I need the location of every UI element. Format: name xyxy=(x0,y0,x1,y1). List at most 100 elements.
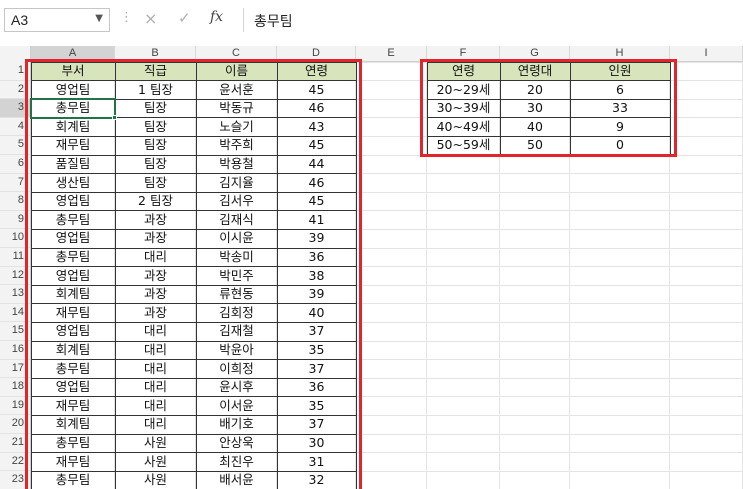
table1-header-1[interactable]: 직급 xyxy=(115,62,196,81)
row-header-16[interactable]: 16 xyxy=(0,341,31,360)
table1-cell[interactable]: 대리 xyxy=(115,341,196,360)
column-header-h[interactable]: H xyxy=(570,46,670,62)
table1-cell[interactable]: 과장 xyxy=(115,267,196,286)
insert-function-icon[interactable]: fx xyxy=(210,9,223,25)
table1-cell[interactable]: 45 xyxy=(277,136,356,155)
table2-header-0[interactable]: 연령 xyxy=(427,62,500,81)
row-header-13[interactable]: 13 xyxy=(0,285,31,304)
table1-cell[interactable]: 류현동 xyxy=(196,285,277,304)
table1-cell[interactable]: 이서윤 xyxy=(196,397,277,416)
table1-cell[interactable]: 배서윤 xyxy=(196,471,277,489)
row-header-7[interactable]: 7 xyxy=(0,173,31,193)
row-header-2[interactable]: 2 xyxy=(0,80,31,100)
table1-cell[interactable]: 재무팀 xyxy=(31,136,115,155)
table1-cell[interactable]: 46 xyxy=(277,174,356,193)
table1-cell[interactable]: 사원 xyxy=(115,453,196,472)
table1-cell[interactable]: 대리 xyxy=(115,378,196,397)
table1-cell[interactable]: 38 xyxy=(277,267,356,286)
table1-cell[interactable]: 30 xyxy=(277,434,356,453)
spreadsheet-grid[interactable]: ABCDEFGHI 1 2 3 4 5 6 7 8 9 10 11 12 13 14 15 16 17 18 19 2… xyxy=(0,46,743,489)
table2-cell[interactable]: 9 xyxy=(570,118,670,137)
table1-cell[interactable]: 과장 xyxy=(115,211,196,230)
table1-cell[interactable]: 35 xyxy=(277,341,356,360)
table1-cell[interactable]: 39 xyxy=(277,229,356,248)
column-header-f[interactable]: F xyxy=(427,46,500,62)
table1-cell[interactable]: 재무팀 xyxy=(31,453,115,472)
table1-cell[interactable]: 박주희 xyxy=(196,136,277,155)
name-box[interactable]: A3 ▼ xyxy=(4,8,110,32)
table1-cell[interactable]: 영업팀 xyxy=(31,229,115,248)
table1-cell[interactable]: 37 xyxy=(277,360,356,379)
row-header-10[interactable]: 10 xyxy=(0,229,31,248)
table1-cell[interactable]: 대리 xyxy=(115,248,196,267)
table1-cell[interactable]: 과장 xyxy=(115,304,196,323)
table1-cell[interactable]: 43 xyxy=(277,118,356,137)
table1-cell[interactable]: 사원 xyxy=(115,434,196,453)
table1-cell[interactable]: 36 xyxy=(277,248,356,267)
row-header-3[interactable]: 3 xyxy=(0,99,31,118)
row-header-19[interactable]: 19 xyxy=(0,396,31,416)
table1-cell[interactable]: 31 xyxy=(277,453,356,472)
table1-cell[interactable]: 영업팀 xyxy=(31,378,115,397)
row-header-1[interactable]: 1 xyxy=(0,62,31,81)
table1-cell[interactable]: 생산팀 xyxy=(31,174,115,193)
table1-cell[interactable]: 총무팀 xyxy=(31,248,115,267)
table2-cell[interactable]: 40~49세 xyxy=(427,118,500,137)
confirm-icon[interactable]: ✓ xyxy=(178,9,191,27)
table1-cell[interactable]: 배기호 xyxy=(196,415,277,434)
table1-cell[interactable]: 대리 xyxy=(115,397,196,416)
table1-cell[interactable]: 회계팀 xyxy=(31,415,115,434)
table1-cell[interactable]: 영업팀 xyxy=(31,267,115,286)
formula-input[interactable]: 총무팀 xyxy=(243,8,743,32)
table1-cell[interactable]: 45 xyxy=(277,192,356,211)
row-header-17[interactable]: 17 xyxy=(0,359,31,379)
table1-cell[interactable]: 과장 xyxy=(115,229,196,248)
table2-cell[interactable]: 40 xyxy=(500,118,570,137)
table1-cell[interactable]: 김재식 xyxy=(196,211,277,230)
table1-cell[interactable]: 41 xyxy=(277,211,356,230)
table1-cell[interactable]: 이희정 xyxy=(196,360,277,379)
table2-cell[interactable]: 50 xyxy=(500,136,570,155)
row-header-20[interactable]: 20 xyxy=(0,415,31,434)
table1-cell[interactable]: 김회정 xyxy=(196,304,277,323)
table1-cell[interactable]: 39 xyxy=(277,285,356,304)
table1-cell[interactable]: 박송미 xyxy=(196,248,277,267)
table1-cell[interactable]: 1 팀장 xyxy=(115,81,196,100)
table1-cell[interactable]: 팀장 xyxy=(115,136,196,155)
table2-header-1[interactable]: 연령대 xyxy=(500,62,570,81)
table1-cell[interactable]: 박동규 xyxy=(196,99,277,118)
table1-cell[interactable]: 팀장 xyxy=(115,155,196,174)
table1-cell[interactable]: 안상욱 xyxy=(196,434,277,453)
chevron-down-icon[interactable]: ▼ xyxy=(95,13,103,24)
table1-cell[interactable]: 총무팀 xyxy=(31,360,115,379)
table1-cell[interactable]: 40 xyxy=(277,304,356,323)
table2-cell[interactable]: 33 xyxy=(570,99,670,118)
row-header-8[interactable]: 8 xyxy=(0,192,31,211)
table1-header-2[interactable]: 이름 xyxy=(196,62,277,81)
table1-cell[interactable]: 박용철 xyxy=(196,155,277,174)
table1-cell[interactable]: 김지율 xyxy=(196,174,277,193)
table1-cell[interactable]: 팀장 xyxy=(115,118,196,137)
table2-cell[interactable]: 0 xyxy=(570,136,670,155)
table1-cell[interactable]: 영업팀 xyxy=(31,192,115,211)
table1-cell[interactable]: 37 xyxy=(277,322,356,341)
table1-cell[interactable]: 총무팀 xyxy=(31,434,115,453)
table2-cell[interactable]: 30 xyxy=(500,99,570,118)
table1-cell[interactable]: 재무팀 xyxy=(31,304,115,323)
table1-cell[interactable]: 박민주 xyxy=(196,267,277,286)
row-header-22[interactable]: 22 xyxy=(0,452,31,472)
table2-cell[interactable]: 50~59세 xyxy=(427,136,500,155)
active-cell-a3[interactable] xyxy=(30,98,116,119)
table1-cell[interactable]: 대리 xyxy=(115,415,196,434)
column-header-a[interactable]: A xyxy=(31,46,115,62)
table1-cell[interactable]: 46 xyxy=(277,99,356,118)
row-header-18[interactable]: 18 xyxy=(0,378,31,397)
table1-header-0[interactable]: 부서 xyxy=(31,62,115,81)
table1-cell[interactable]: 팀장 xyxy=(115,174,196,193)
table1-cell[interactable]: 김서우 xyxy=(196,192,277,211)
cancel-icon[interactable]: × xyxy=(144,9,157,28)
table1-cell[interactable]: 영업팀 xyxy=(31,81,115,100)
table1-cell[interactable]: 총무팀 xyxy=(31,211,115,230)
column-header-g[interactable]: G xyxy=(500,46,570,62)
table1-cell[interactable]: 팀장 xyxy=(115,99,196,118)
